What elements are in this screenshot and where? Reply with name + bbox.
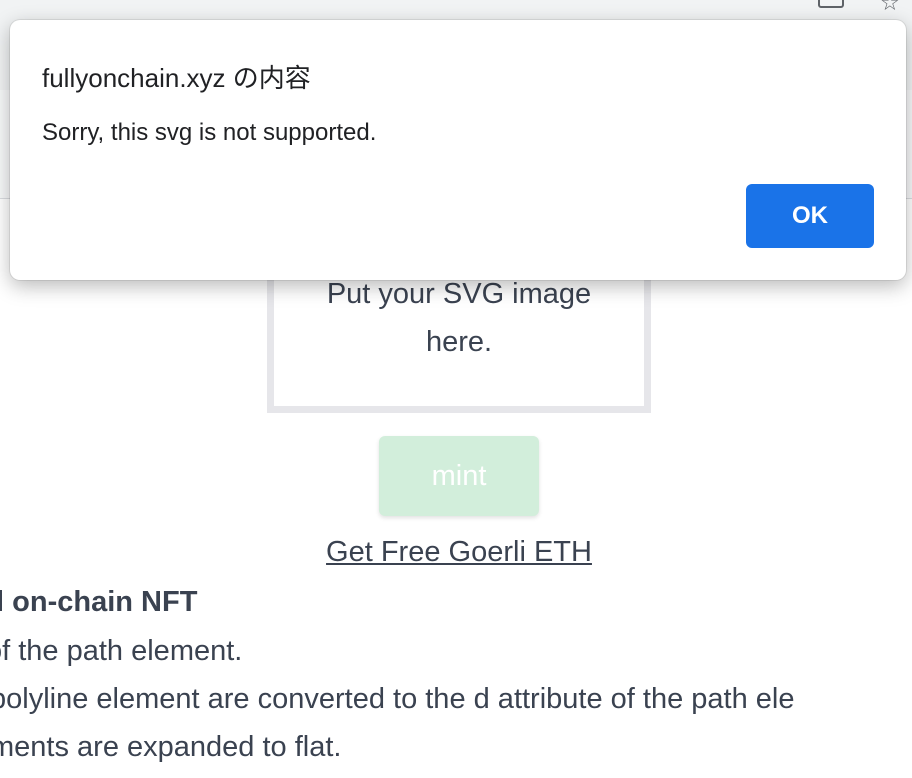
section-heading: ll on-chain NFT	[0, 586, 198, 618]
dialog-title: fullyonchain.xyz の内容	[42, 63, 311, 93]
profile-icon[interactable]	[818, 0, 844, 8]
mint-button[interactable]: mint	[379, 436, 539, 516]
description-line: ments are expanded to flat.	[0, 731, 342, 763]
browser-viewport: ☆ Put your SVG image here. mint Get Free…	[0, 0, 912, 778]
goerli-faucet-link[interactable]: Get Free Goerli ETH	[0, 536, 912, 569]
description-line: of the path element.	[0, 635, 243, 667]
drop-zone-text: Put your SVG image here.	[326, 278, 592, 358]
ok-button[interactable]: OK	[746, 184, 874, 248]
alert-dialog: fullyonchain.xyz の内容 Sorry, this svg is …	[10, 20, 906, 280]
description-line: polyline element are converted to the d …	[0, 683, 795, 715]
bookmark-star-icon[interactable]: ☆	[880, 0, 900, 16]
dialog-message: Sorry, this svg is not supported.	[42, 119, 377, 146]
